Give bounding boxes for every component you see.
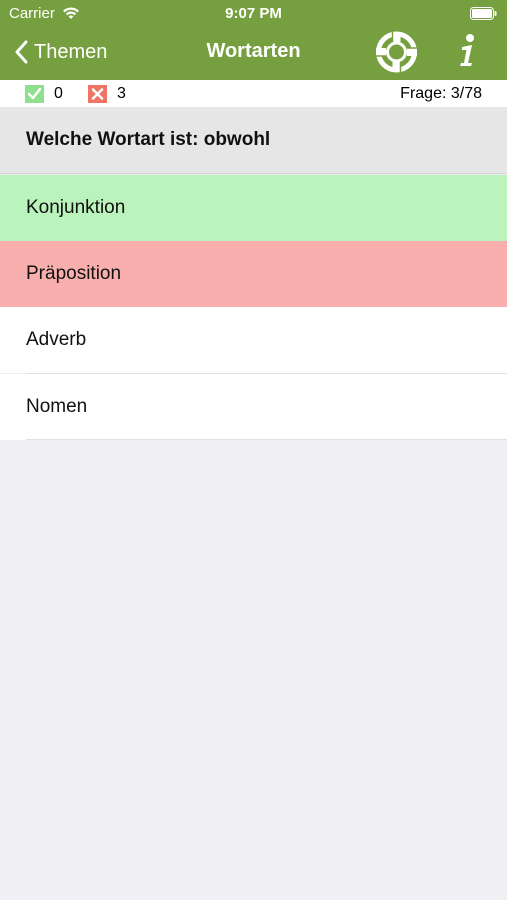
answer-option-label: Adverb <box>26 329 87 350</box>
answer-option-label: Präposition <box>26 263 122 284</box>
info-icon[interactable] <box>455 33 481 69</box>
answer-option[interactable]: Konjunktion <box>0 175 507 241</box>
answer-option[interactable]: Präposition <box>0 241 507 307</box>
question-counter: Frage: 3/78 <box>400 85 482 102</box>
status-time: 9:07 PM <box>225 5 282 22</box>
navigation-header: Carrier 9:07 PM Themen Wortarten <box>0 0 507 80</box>
cross-icon <box>88 85 107 103</box>
answer-option-label: Konjunktion <box>26 197 126 218</box>
checkmark-icon <box>25 85 44 103</box>
page-title: Wortarten <box>206 40 301 62</box>
wrong-count: 3 <box>117 85 126 102</box>
list-separator <box>26 439 507 440</box>
answer-option-label: Nomen <box>26 396 88 417</box>
battery-icon <box>470 7 497 20</box>
answer-option[interactable]: Adverb <box>0 307 507 373</box>
lifebuoy-icon[interactable] <box>375 31 418 73</box>
correct-count: 0 <box>54 85 63 102</box>
question-text: Welche Wortart ist: obwohl <box>0 107 507 174</box>
answer-option[interactable]: Nomen <box>0 374 507 440</box>
status-bar: Carrier 9:07 PM <box>0 0 507 27</box>
